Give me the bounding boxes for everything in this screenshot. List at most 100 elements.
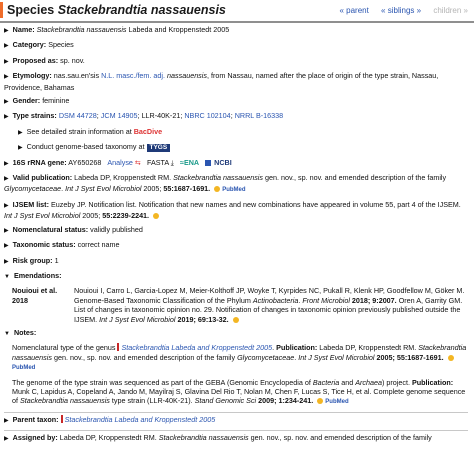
taxon-navigation: « parent « siblings » children » <box>329 6 468 15</box>
bullet-icon: ▶ <box>4 436 9 443</box>
emendations-label[interactable]: Emendations: <box>14 271 62 280</box>
taxon-details: ▶ Name: Stackebrandtia nassauensis Labed… <box>0 23 474 445</box>
gender-label: Gender: <box>12 96 41 106</box>
note-text: ) project. <box>382 377 410 387</box>
pubmed-link[interactable]: PubMed <box>222 187 245 193</box>
bullet-icon: ▶ <box>18 129 23 136</box>
valid-publication-authors: Labeda DP, Kroppenstedt RM. <box>74 173 172 183</box>
download-icon[interactable]: ⤓ <box>169 158 174 167</box>
parent-link[interactable]: « parent <box>339 6 368 15</box>
ijsem-journal: Int J Syst Evol Microbiol <box>4 211 81 221</box>
assigned-by-text: gen. nov., sp. nov. and emended descript… <box>250 433 432 443</box>
assigned-by-taxon: Stackebrandtia nassauensis <box>158 433 249 443</box>
pdf-icon[interactable] <box>232 316 239 323</box>
risk-group-label: Risk group: <box>12 255 53 265</box>
gender-value: feminine <box>42 96 70 106</box>
etymology-row: ▶ Etymology: nas.sau.en'sis N.L. masc./f… <box>4 71 468 92</box>
page-title: Species Stackebrandtia nassauensis <box>7 3 226 18</box>
valid-publication-year: 2005; <box>143 184 162 194</box>
type-strains-label: Type strains: <box>12 111 57 121</box>
ncbi-link[interactable]: NCBI <box>205 158 232 167</box>
siblings-link[interactable]: « siblings » <box>381 6 421 15</box>
ena-label: ENA <box>183 157 200 167</box>
emendations-row: ▼ Emendations: <box>4 271 468 282</box>
strain-code: LLR-40K-21 <box>141 111 181 121</box>
ijsem-pages: 55:2239-2241. <box>102 211 150 221</box>
bullet-icon: ▶ <box>4 74 9 81</box>
ena-link[interactable]: ≈ENA <box>180 158 199 167</box>
rrna-row: ▶ 16S rRNA gene: AY650268 Analyse ⇆ FAST… <box>4 158 468 169</box>
pdf-icon[interactable] <box>317 398 324 405</box>
bullet-icon: ▶ <box>4 258 9 265</box>
ncbi-logo-icon <box>205 159 212 166</box>
genus-marker-icon <box>60 414 63 423</box>
note-journal: Int J Syst Evol Microbiol <box>298 352 375 362</box>
strain-link[interactable]: JCM 14905 <box>101 111 138 120</box>
analyse-arrow-icon: ⇆ <box>132 157 141 167</box>
proposed-row: ▶ Proposed as: sp. nov. <box>4 56 468 67</box>
risk-group-value: 1 <box>54 255 59 265</box>
note-journal: Stand Genomic Sci <box>194 396 257 406</box>
bullet-icon: ▶ <box>4 28 9 34</box>
title-taxon: Stackebrandtia nassauensis <box>57 3 226 17</box>
nomenclatural-status-value: validly published <box>90 224 143 234</box>
pubmed-link[interactable]: PubMed <box>325 399 348 405</box>
strain-link[interactable]: DSM 44728 <box>59 111 97 120</box>
category-value: Species <box>48 40 74 50</box>
note-2: The genome of the type strain was sequen… <box>12 378 468 408</box>
pdf-icon[interactable] <box>214 186 221 193</box>
fasta-link[interactable]: FASTA <box>147 158 169 167</box>
expand-toggle-icon[interactable]: ▼ <box>4 331 10 337</box>
category-row: ▶ Category: Species <box>4 40 468 51</box>
ijsem-row: ▶ IJSEM list: Euzeby JP. Notification li… <box>4 200 468 221</box>
gender-row: ▶ Gender: feminine <box>4 96 468 107</box>
notes-label[interactable]: Notes: <box>14 328 36 337</box>
emendation-citation: Nouioui I, Carro L, Garcia-Lopez M, Meie… <box>74 286 465 324</box>
bacdive-text: See detailed strain information at <box>26 126 132 136</box>
bacdive-logo-link[interactable]: BacDive <box>134 127 162 136</box>
strain-link[interactable]: NBRC 102104 <box>184 111 230 120</box>
etymology-grammar-link[interactable]: N.L. masc./fem. adj. <box>101 71 165 80</box>
name-row: ▶ Name: Stackebrandtia nassauensis Labed… <box>4 25 468 36</box>
tygs-text: Conduct genome-based taxonomy at <box>26 142 145 152</box>
note-text: Nomenclatural type of the genus <box>12 343 116 353</box>
taxonomic-status-label: Taxonomic status: <box>12 240 76 250</box>
valid-publication-taxon: Stackebrandtia nassauensis <box>173 173 263 183</box>
bullet-icon: ▶ <box>4 43 9 50</box>
taxonomic-status-row: ▶ Taxonomic status: correct name <box>4 240 468 251</box>
expand-toggle-icon[interactable]: ▼ <box>4 274 10 280</box>
genus-marker-icon <box>117 343 120 352</box>
rrna-accession: AY650268 <box>68 157 102 167</box>
parent-taxon-link[interactable]: Stackebrandtia Labeda and Kroppenstedt 2… <box>65 415 216 424</box>
tygs-logo-link[interactable]: TYGS <box>146 144 171 153</box>
notes-row: ▼ Notes: <box>4 328 468 339</box>
emendation-phylum: Actinobacteria <box>252 295 299 305</box>
genus-link[interactable]: Stackebrandtia Labeda and Kroppenstedt 2… <box>121 343 272 352</box>
valid-publication-pages: 55:1687-1691. <box>163 184 211 194</box>
name-authority: Labeda and Kroppenstedt 2005 <box>128 25 230 34</box>
title-rank: Species <box>7 3 55 17</box>
taxonomic-status-value: correct name <box>77 240 120 250</box>
note-text: type strain (LLR-40K-21). <box>111 396 193 406</box>
divider <box>4 411 468 413</box>
note-term: Bacteria <box>312 377 340 387</box>
note-cite: 2005; 55:1687-1691. <box>376 352 444 362</box>
valid-publication-label: Valid publication: <box>12 173 73 183</box>
emendation-entry: Nouioui et al. 2018 Nouioui I, Carro L, … <box>12 286 468 324</box>
valid-publication-text: gen. nov., sp. nov. and emended descript… <box>265 173 447 183</box>
strain-link[interactable]: NRRL B-16338 <box>235 111 283 120</box>
bullet-icon: ▶ <box>4 58 9 65</box>
children-link[interactable]: children » <box>433 6 468 15</box>
nomenclatural-status-label: Nomenclatural status: <box>12 224 89 234</box>
analyse-link[interactable]: Analyse <box>107 158 133 167</box>
valid-publication-family: Glycomycetaceae <box>4 184 62 194</box>
pubmed-link[interactable]: PubMed <box>12 365 35 371</box>
bullet-icon: ▶ <box>4 176 9 183</box>
pdf-icon[interactable] <box>153 213 160 220</box>
valid-publication-journal: Int J Syst Evol Microbiol <box>65 184 142 194</box>
publication-label: Publication: <box>276 343 318 353</box>
pdf-icon[interactable] <box>447 354 454 361</box>
emendation-ref-label: Nouioui et al. 2018 <box>12 286 58 305</box>
emendation-journal: Front Microbiol <box>302 295 350 305</box>
note-taxon: Stackebrandtia nassauensis <box>20 396 110 406</box>
